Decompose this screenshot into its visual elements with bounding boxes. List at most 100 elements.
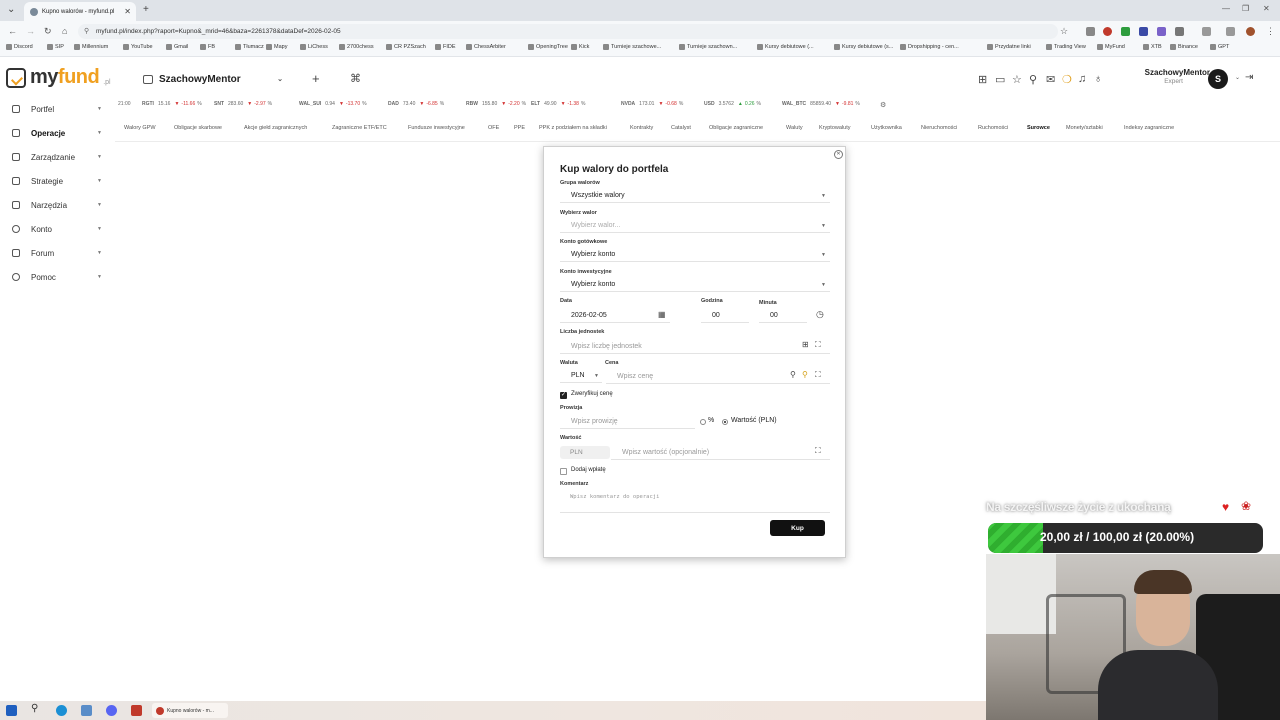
reload-icon[interactable]: ↻: [44, 26, 52, 37]
asset-group-select[interactable]: Wszystkie walory ▼: [560, 190, 830, 203]
bookmark-item[interactable]: Trading View: [1046, 44, 1086, 50]
category-tab[interactable]: Walory GPW: [124, 125, 156, 131]
bookmark-item[interactable]: Turnieje szachown...: [679, 44, 737, 50]
ticker-item[interactable]: RBW 155.80 ▼ -2.20%: [466, 101, 526, 107]
percent-radio[interactable]: [700, 419, 706, 425]
category-tab[interactable]: Ruchomości: [978, 125, 1008, 131]
bookmark-item[interactable]: Kick: [571, 44, 589, 50]
commission-input[interactable]: Wpisz prowizję: [560, 416, 695, 429]
sidebar-item-zarzadzanie[interactable]: Zarządzanie ▼: [12, 150, 102, 164]
search-icon[interactable]: ⚲: [790, 370, 796, 379]
price-lookup-icon[interactable]: ⚲: [802, 370, 808, 379]
bookmark-item[interactable]: YouTube: [123, 44, 153, 50]
sidebar-item-strategie[interactable]: Strategie ▼: [12, 174, 102, 188]
sidebar-toggle-icon[interactable]: [1202, 27, 1211, 36]
bookmark-item[interactable]: 2700chess: [339, 44, 374, 50]
bookmark-item[interactable]: LiChess: [300, 44, 328, 50]
ticker-item[interactable]: NVDA 173.01 ▼ -0.68%: [621, 101, 683, 107]
bookmark-item[interactable]: Gmail: [166, 44, 188, 50]
user-name[interactable]: SzachowyMentor: [1118, 68, 1210, 77]
home-icon[interactable]: ⌂: [62, 26, 67, 36]
calendar-icon[interactable]: ▦: [658, 310, 666, 319]
add-deposit-checkbox[interactable]: [560, 468, 567, 475]
extensions-puzzle-icon[interactable]: [1175, 27, 1184, 36]
category-tab[interactable]: Kontrakty: [630, 125, 653, 131]
category-tab[interactable]: OFE: [488, 125, 499, 131]
buy-button[interactable]: Kup: [770, 520, 825, 536]
ticker-item[interactable]: SNT 283.60 ▼ -2.97%: [214, 101, 272, 107]
ticker-item[interactable]: WAL_BTC 85859.40 ▼ -9.81%: [782, 101, 860, 107]
apps-grid-icon[interactable]: ⊞: [978, 73, 987, 86]
bookmark-item[interactable]: Przydatne linki: [987, 44, 1031, 50]
bookmark-item[interactable]: XTB: [1143, 44, 1162, 50]
tab-list-icon[interactable]: ⌄: [7, 4, 15, 15]
expand-icon[interactable]: ⛶: [815, 446, 821, 456]
category-tab[interactable]: PPE: [514, 125, 525, 131]
gmail-extension-icon[interactable]: [1086, 27, 1095, 36]
sidebar-item-konto[interactable]: Konto ▼: [12, 222, 102, 236]
browser-tab[interactable]: Kupno walorów - myfund.pl ✕: [24, 2, 136, 21]
bookmark-item[interactable]: Binance: [1170, 44, 1198, 50]
browser-menu-icon[interactable]: ⋮: [1266, 26, 1275, 37]
bookmark-item[interactable]: Mapy: [266, 44, 287, 50]
bookmark-item[interactable]: Tłumacz: [235, 44, 264, 50]
verify-price-checkbox[interactable]: [560, 391, 567, 399]
bookmark-item[interactable]: OpeningTree: [528, 44, 568, 50]
category-tab[interactable]: Zagraniczne ETF/ETC: [332, 125, 387, 131]
portfolio-selector[interactable]: SzachowyMentor ⌄: [143, 70, 283, 88]
units-input[interactable]: Wpisz liczbę jednostek: [560, 341, 830, 354]
category-tab[interactable]: Kryptowaluty: [819, 125, 851, 131]
file-explorer-icon[interactable]: [81, 705, 92, 716]
gear-icon[interactable]: ⚙: [880, 101, 886, 109]
search-icon[interactable]: ⚲: [1029, 73, 1037, 86]
bookmark-item[interactable]: ChessArbiter: [466, 44, 506, 50]
sidebar-item-forum[interactable]: Forum ▼: [12, 246, 102, 260]
myfund-logo[interactable]: myfund .pl: [6, 66, 111, 89]
category-tab[interactable]: PPK z podziałem na składki: [539, 125, 607, 131]
bookmark-item[interactable]: GPT: [1210, 44, 1229, 50]
bookmark-item[interactable]: MyFund: [1097, 44, 1125, 50]
extension-icon[interactable]: [1139, 27, 1148, 36]
category-tab[interactable]: Obligacje zagraniczne: [709, 125, 763, 131]
clock-icon[interactable]: ◷: [816, 309, 824, 320]
bookmark-item[interactable]: SIP: [47, 44, 64, 50]
start-menu-icon[interactable]: [6, 705, 17, 716]
value-pln-radio[interactable]: [722, 419, 728, 425]
cash-account-select[interactable]: Wybierz konto ▼: [560, 249, 830, 262]
sidebar-item-pomoc[interactable]: Pomoc ▼: [12, 270, 102, 284]
logout-icon[interactable]: ⇥: [1245, 72, 1253, 83]
category-tab[interactable]: Waluty: [786, 125, 803, 131]
sidebar-item-portfel[interactable]: Portfel ▼: [12, 102, 102, 116]
bookmark-item[interactable]: Kursy debiutowe (s...: [834, 44, 893, 50]
folders-icon[interactable]: ▭: [995, 73, 1005, 86]
invest-account-select[interactable]: Wybierz konto ▼: [560, 279, 830, 292]
close-icon[interactable]: ✕: [834, 150, 843, 159]
bookmark-item[interactable]: Dropshipping - cen...: [900, 44, 959, 50]
calculator-icon[interactable]: ⊞: [802, 340, 809, 349]
expand-icon[interactable]: ⛶: [815, 340, 821, 350]
download-extension-icon[interactable]: [1121, 27, 1130, 36]
category-tab[interactable]: Catalyst: [671, 125, 691, 131]
chat-icon[interactable]: ❍: [1062, 73, 1072, 86]
mail-icon[interactable]: ✉: [1046, 73, 1055, 86]
category-tab[interactable]: Nieruchomości: [921, 125, 957, 131]
asset-select[interactable]: Wybierz walor... ▼: [560, 220, 830, 233]
site-info-icon[interactable]: ⚲: [84, 24, 89, 39]
category-tab[interactable]: Akcje giełd zagranicznych: [244, 125, 307, 131]
category-tab[interactable]: Surowce: [1027, 125, 1050, 131]
edge-browser-icon[interactable]: [56, 705, 67, 716]
bookmark-item[interactable]: CR PZSzach: [386, 44, 426, 50]
search-icon[interactable]: ⚲: [31, 703, 42, 714]
bookmark-item[interactable]: Discord: [6, 44, 33, 50]
ticker-item[interactable]: USD 3.5762 ▲ 0.26%: [704, 101, 761, 107]
category-tab[interactable]: Obligacje skarbowe: [174, 125, 222, 131]
favorites-star-icon[interactable]: ☆: [1012, 73, 1022, 86]
expand-icon[interactable]: ⛶: [815, 370, 821, 380]
url-input[interactable]: ⚲ myfund.pl/index.php?raport=Kupno&_mrid…: [78, 24, 1058, 39]
extension-icon[interactable]: [1103, 27, 1112, 36]
taskbar-active-task[interactable]: Kupno walorów - m...: [152, 703, 228, 718]
avatar[interactable]: S: [1208, 69, 1228, 89]
command-palette-icon[interactable]: ⌘: [350, 72, 361, 85]
bookmark-item[interactable]: Turnieje szachowe...: [603, 44, 661, 50]
category-tab[interactable]: Indeksy zagraniczne: [1124, 125, 1174, 131]
